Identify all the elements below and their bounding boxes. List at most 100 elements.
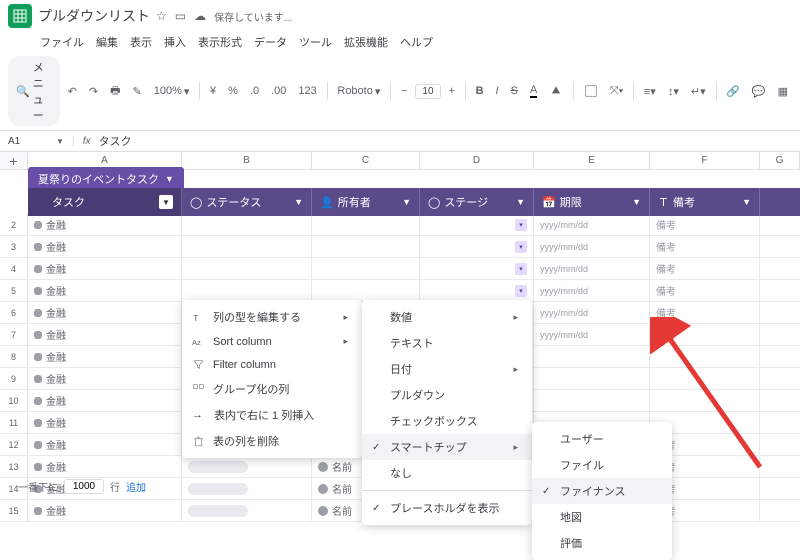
table-row[interactable]: 5金融▾yyyy/mm/dd備考: [0, 280, 800, 302]
dropdown-icon[interactable]: ▾: [515, 263, 527, 275]
currency-button[interactable]: ¥: [206, 82, 220, 100]
print-button[interactable]: 🖶: [106, 79, 124, 104]
undo-button[interactable]: ↶: [64, 82, 81, 101]
mi-group-column[interactable]: グループ化の列: [182, 376, 362, 402]
dropdown-icon[interactable]: ▾: [515, 285, 527, 297]
mi-type-text[interactable]: テキスト: [362, 330, 532, 356]
cell-task[interactable]: 金融: [28, 302, 182, 323]
cell-task[interactable]: 金融: [28, 500, 182, 521]
cell-due[interactable]: yyyy/mm/dd: [534, 236, 650, 257]
cell-task[interactable]: 金融: [28, 390, 182, 411]
cell-status[interactable]: [182, 456, 312, 477]
col-header-d[interactable]: D: [420, 152, 534, 169]
mi-type-dropdown[interactable]: プルダウン: [362, 382, 532, 408]
cell-task[interactable]: 金融: [28, 258, 182, 279]
star-icon[interactable]: ☆: [156, 9, 167, 23]
table-row[interactable]: 2金融▾yyyy/mm/dd備考: [0, 214, 800, 236]
mi-chip-map[interactable]: 地図: [532, 504, 672, 530]
menu-edit[interactable]: 編集: [96, 34, 118, 50]
insert-chart-button[interactable]: ▦: [774, 82, 792, 101]
mi-chip-finance[interactable]: ✓ファイナンス: [532, 478, 672, 504]
mi-filter-column[interactable]: Filter column: [182, 353, 362, 376]
mi-type-date[interactable]: 日付▸: [362, 356, 532, 382]
font-family-select[interactable]: Roboto ▾: [333, 82, 384, 101]
menu-tools[interactable]: ツール: [299, 34, 332, 50]
increase-decimal-button[interactable]: .00: [267, 82, 290, 100]
cell-stage[interactable]: ▾: [420, 258, 534, 279]
row-header[interactable]: 7: [0, 324, 28, 345]
table-row[interactable]: 3金融▾yyyy/mm/dd備考: [0, 236, 800, 258]
mi-chip-user[interactable]: ユーザー: [532, 426, 672, 452]
mi-type-checkbox[interactable]: チェックボックス: [362, 408, 532, 434]
cell-due[interactable]: [534, 368, 650, 389]
move-icon[interactable]: ▭: [175, 9, 186, 23]
tv-col-note[interactable]: Ｔ 備考 ▼: [650, 188, 760, 216]
cell-note[interactable]: 備考: [650, 280, 760, 301]
add-rows-button[interactable]: 追加: [126, 479, 146, 494]
cell-status[interactable]: [182, 214, 312, 235]
col-header-e[interactable]: E: [534, 152, 650, 169]
cell-due[interactable]: yyyy/mm/dd: [534, 324, 650, 345]
cell-status[interactable]: [182, 478, 312, 499]
redo-button[interactable]: ↷: [85, 82, 102, 101]
row-header[interactable]: 3: [0, 236, 28, 257]
tv-col-task[interactable]: タスク ▼: [28, 188, 182, 216]
col-header-c[interactable]: C: [312, 152, 420, 169]
cell-due[interactable]: [534, 346, 650, 367]
cell-task[interactable]: 金融: [28, 368, 182, 389]
doc-title[interactable]: プルダウンリスト: [38, 6, 150, 26]
row-header[interactable]: 9: [0, 368, 28, 389]
cell-status[interactable]: [182, 236, 312, 257]
col-header-f[interactable]: F: [650, 152, 760, 169]
cell-status[interactable]: [182, 500, 312, 521]
cell-stage[interactable]: ▾: [420, 214, 534, 235]
italic-button[interactable]: I: [492, 82, 503, 100]
tv-col-owner[interactable]: 👤 所有者 ▼: [312, 188, 420, 216]
cell-due[interactable]: yyyy/mm/dd: [534, 302, 650, 323]
v-align-button[interactable]: ↕▾: [664, 82, 683, 101]
menu-format[interactable]: 表示形式: [198, 34, 242, 50]
cell-note[interactable]: 備考: [650, 302, 760, 323]
font-size-input[interactable]: 10: [415, 84, 440, 99]
cell-task[interactable]: 金融: [28, 280, 182, 301]
cell-status[interactable]: [182, 280, 312, 301]
borders-button[interactable]: [580, 81, 602, 101]
mi-type-smartchip[interactable]: ✓スマートチップ▸: [362, 434, 532, 460]
row-header[interactable]: 2: [0, 214, 28, 235]
mi-type-number[interactable]: 数値▸: [362, 304, 532, 330]
table-row[interactable]: 4金融▾yyyy/mm/dd備考: [0, 258, 800, 280]
cell-stage[interactable]: ▾: [420, 236, 534, 257]
cell-status[interactable]: [182, 258, 312, 279]
cell-note[interactable]: [650, 346, 760, 367]
cell-due[interactable]: yyyy/mm/dd: [534, 214, 650, 235]
dropdown-icon[interactable]: ▾: [515, 241, 527, 253]
cell-due[interactable]: yyyy/mm/dd: [534, 280, 650, 301]
mi-show-placeholder[interactable]: ✓プレースホルダを表示: [362, 495, 532, 521]
cell-task[interactable]: 金融: [28, 412, 182, 433]
col-header-g[interactable]: G: [760, 152, 800, 169]
paint-format-button[interactable]: ✎: [129, 82, 146, 101]
text-color-button[interactable]: A: [526, 81, 541, 101]
bold-button[interactable]: B: [472, 82, 488, 100]
cell-note[interactable]: 備考: [650, 324, 760, 345]
cell-due[interactable]: [534, 390, 650, 411]
cloud-icon[interactable]: ☁: [194, 9, 206, 23]
row-header[interactable]: 12: [0, 434, 28, 455]
cell-task[interactable]: 金融: [28, 456, 182, 477]
tv-col-status[interactable]: ◯ ステータス ▼: [182, 188, 312, 216]
cell-due[interactable]: yyyy/mm/dd: [534, 258, 650, 279]
cell-owner[interactable]: [312, 214, 420, 235]
fill-color-button[interactable]: [545, 81, 567, 101]
mi-delete-column[interactable]: 表の列を削除: [182, 428, 362, 454]
menu-extensions[interactable]: 拡張機能: [344, 34, 388, 50]
mi-sort-column[interactable]: AᴢSort column▸: [182, 330, 362, 353]
mi-edit-column-type[interactable]: T列の型を編集する▸: [182, 304, 362, 330]
menu-help[interactable]: ヘルプ: [400, 34, 433, 50]
link-button[interactable]: 🔗: [722, 82, 744, 101]
row-header[interactable]: 6: [0, 302, 28, 323]
cell-owner[interactable]: [312, 236, 420, 257]
mi-type-none[interactable]: なし: [362, 460, 532, 486]
mi-chip-rating[interactable]: 評価: [532, 530, 672, 556]
cell-task[interactable]: 金融: [28, 214, 182, 235]
menu-search[interactable]: 🔍 メニュー: [8, 56, 60, 126]
